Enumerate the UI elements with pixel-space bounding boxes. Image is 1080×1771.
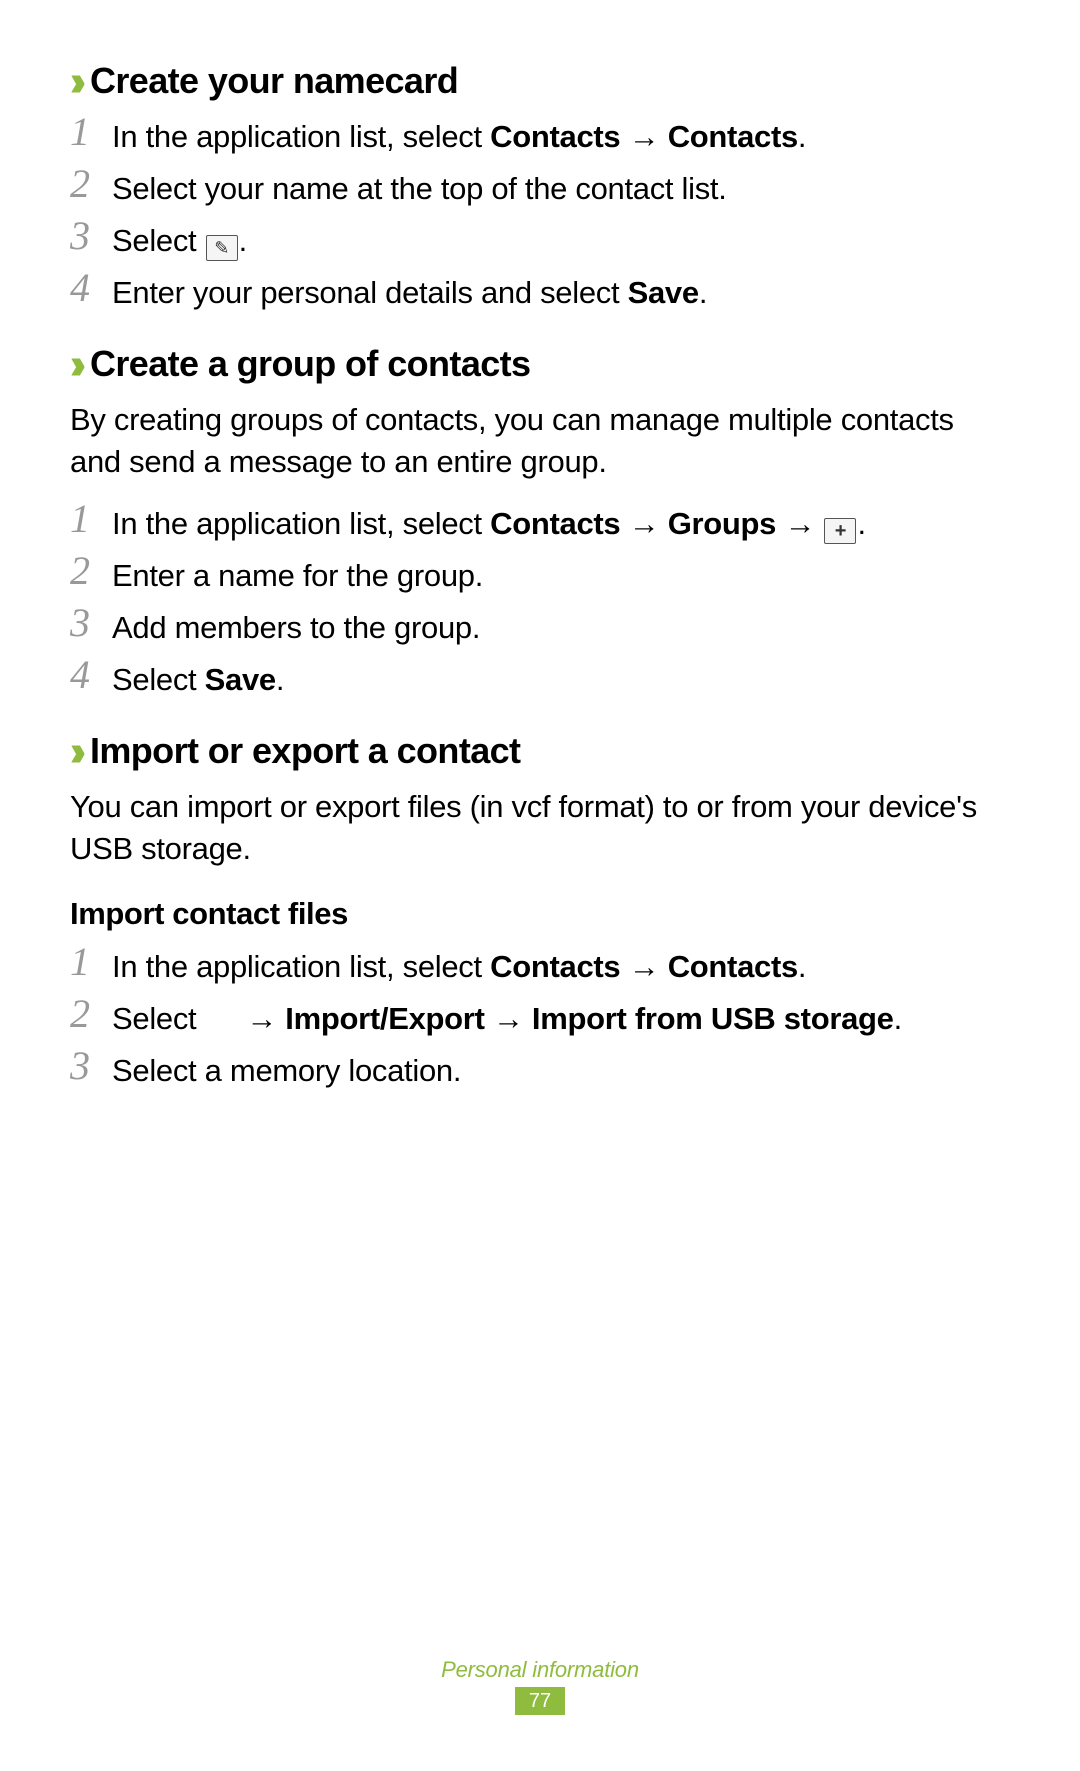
step-number: 2	[70, 994, 112, 1034]
section-description: By creating groups of contacts, you can …	[70, 399, 1010, 483]
step-row: 3 Add members to the group.	[70, 607, 1010, 649]
step-row: 2 Enter a name for the group.	[70, 555, 1010, 597]
step-number: 2	[70, 551, 112, 591]
step-text: Select ✎.	[112, 220, 247, 262]
section-title: Import or export a contact	[90, 730, 520, 772]
step-text: Enter your personal details and select S…	[112, 272, 707, 314]
section-title: Create your namecard	[90, 60, 458, 102]
step-text: In the application list, select Contacts…	[112, 946, 806, 988]
plus-icon: +	[824, 518, 856, 544]
steps-list: 1 In the application list, select Contac…	[70, 116, 1010, 313]
step-number: 4	[70, 268, 112, 308]
step-row: 2 Select your name at the top of the con…	[70, 168, 1010, 210]
step-row: 4 Select Save.	[70, 659, 1010, 701]
step-text: Enter a name for the group.	[112, 555, 483, 597]
section-heading: ›› Create your namecard	[70, 60, 1010, 102]
steps-list: 1 In the application list, select Contac…	[70, 946, 1010, 1092]
step-number: 1	[70, 112, 112, 152]
step-number: 3	[70, 603, 112, 643]
footer-category: Personal information	[0, 1657, 1080, 1683]
step-text: Select Save.	[112, 659, 284, 701]
step-number: 1	[70, 942, 112, 982]
step-row: 4 Enter your personal details and select…	[70, 272, 1010, 314]
step-row: 3 Select ✎.	[70, 220, 1010, 262]
chevron-right-icon: ››	[70, 339, 78, 389]
step-row: 1 In the application list, select Contac…	[70, 946, 1010, 988]
chevron-right-icon: ››	[70, 56, 78, 106]
steps-list: 1 In the application list, select Contac…	[70, 503, 1010, 700]
step-text: Select → Import/Export → Import from USB…	[112, 998, 902, 1040]
step-text: Select your name at the top of the conta…	[112, 168, 727, 210]
step-row: 2 Select → Import/Export → Import from U…	[70, 998, 1010, 1040]
sub-heading: Import contact files	[70, 896, 1010, 932]
edit-icon: ✎	[206, 235, 238, 261]
section-title: Create a group of contacts	[90, 343, 530, 385]
step-row: 1 In the application list, select Contac…	[70, 116, 1010, 158]
step-number: 4	[70, 655, 112, 695]
step-number: 3	[70, 1046, 112, 1086]
step-number: 3	[70, 216, 112, 256]
step-text: Add members to the group.	[112, 607, 480, 649]
step-number: 1	[70, 499, 112, 539]
step-row: 1 In the application list, select Contac…	[70, 503, 1010, 545]
section-heading: ›› Import or export a contact	[70, 730, 1010, 772]
chevron-right-icon: ››	[70, 726, 78, 776]
step-row: 3 Select a memory location.	[70, 1050, 1010, 1092]
step-text: In the application list, select Contacts…	[112, 503, 866, 545]
page-number-badge: 77	[515, 1687, 565, 1715]
page-footer: Personal information 77	[0, 1657, 1080, 1715]
step-text: In the application list, select Contacts…	[112, 116, 806, 158]
section-heading: ›› Create a group of contacts	[70, 343, 1010, 385]
manual-page: ›› Create your namecard 1 In the applica…	[0, 0, 1080, 1142]
section-description: You can import or export files (in vcf f…	[70, 786, 1010, 870]
step-text: Select a memory location.	[112, 1050, 461, 1092]
step-number: 2	[70, 164, 112, 204]
